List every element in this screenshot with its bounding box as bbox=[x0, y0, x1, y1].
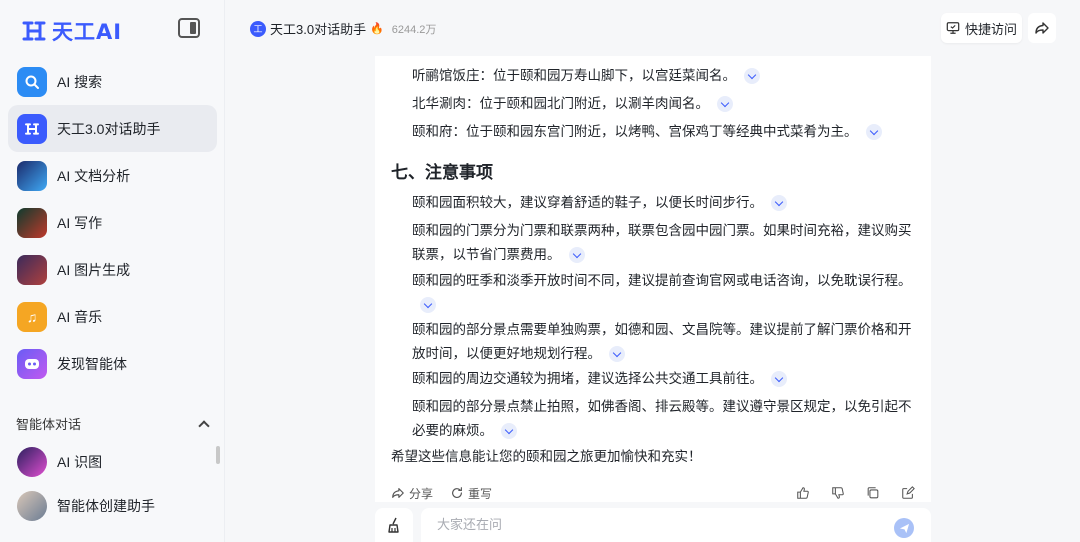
list-item-text: 颐和园的门票分为门票和联票两种，联票包含园中园门票。如果时间充裕，建议购买联票，… bbox=[412, 223, 912, 262]
doc-analysis-icon bbox=[17, 160, 47, 191]
section-title: 智能体对话 bbox=[16, 417, 82, 432]
logo[interactable]: 天工AI bbox=[22, 16, 122, 46]
share-top-button[interactable] bbox=[1028, 13, 1056, 43]
sidebar: 天工AI AI 搜索 天工3.0对话助手 AI 文档分析 AI 写作 AI 图片… bbox=[0, 0, 225, 542]
regenerate-button[interactable]: 重写 bbox=[450, 485, 492, 502]
avatar bbox=[17, 447, 47, 477]
list-item: 颐和府：位于颐和园东宫门附近，以烤鸭、宫保鸡丁等经典中式菜肴为主。 bbox=[391, 120, 911, 144]
list-item-text: 听鹂馆饭庄：位于颐和园万寿山脚下，以宫廷菜闻名。 bbox=[412, 68, 736, 83]
nav-label: AI 写作 bbox=[57, 214, 103, 231]
chevron-down-icon[interactable] bbox=[717, 96, 733, 113]
nav-label: AI 音乐 bbox=[57, 308, 103, 325]
list-item: 听鹂馆饭庄：位于颐和园万寿山脚下，以宫廷菜闻名。 bbox=[391, 64, 911, 88]
music-icon: ♫ bbox=[17, 301, 47, 332]
copy-icon[interactable] bbox=[866, 486, 880, 500]
nav-label: AI 图片生成 bbox=[57, 261, 131, 278]
agent-label: AI 识图 bbox=[57, 454, 103, 470]
answer-card: 听鹂馆饭庄：位于颐和园万寿山脚下，以宫廷菜闻名。 北华涮肉：位于颐和园北门附近，… bbox=[375, 56, 931, 502]
tiangong-icon: 工 bbox=[250, 20, 266, 37]
list-item: 北华涮肉：位于颐和园北门附近，以涮羊肉闻名。 bbox=[391, 92, 911, 116]
thumbs-down-icon[interactable] bbox=[831, 486, 845, 500]
robot-icon bbox=[17, 348, 47, 379]
agent-list: AI 识图 智能体创建助手 bbox=[8, 440, 217, 528]
quick-access-label: 快捷访问 bbox=[964, 21, 1017, 37]
search-icon bbox=[17, 66, 47, 97]
nav-item-ai-writing[interactable]: AI 写作 bbox=[8, 199, 217, 246]
chevron-down-icon[interactable] bbox=[865, 124, 882, 141]
list-item: 颐和园的旺季和淡季开放时间不同，建议提前查询官网或电话咨询，以免耽误行程。 bbox=[391, 269, 921, 317]
tiangong-icon bbox=[17, 113, 47, 144]
agent-item-agent-builder[interactable]: 智能体创建助手 bbox=[8, 484, 217, 528]
list-item: 颐和园的门票分为门票和联票两种，联票包含园中园门票。如果时间充裕，建议购买联票，… bbox=[391, 219, 921, 267]
chat-input-box bbox=[421, 508, 931, 542]
closing-text: 希望这些信息能让您的颐和园之旅更加愉快和充实！ bbox=[391, 449, 702, 464]
chevron-up-icon bbox=[198, 419, 210, 432]
nav-label: AI 搜索 bbox=[57, 73, 103, 90]
refresh-icon bbox=[452, 487, 462, 498]
quick-access-button[interactable]: 快捷访问 bbox=[941, 13, 1022, 43]
list-item: 颐和园的部分景点禁止拍照，如佛香阁、排云殿等。建议遵守景区规定，以免引起不必要的… bbox=[391, 395, 921, 443]
image-gen-icon bbox=[17, 254, 47, 285]
nav-item-ai-search[interactable]: AI 搜索 bbox=[8, 58, 217, 105]
chevron-down-icon[interactable] bbox=[609, 346, 625, 363]
list-item-text: 颐和园的部分景点禁止拍照，如佛香阁、排云殿等。建议遵守景区规定，以免引起不必要的… bbox=[412, 399, 912, 438]
clear-context-button[interactable] bbox=[375, 508, 413, 542]
sidebar-scrollbar[interactable] bbox=[216, 446, 220, 464]
main-nav: AI 搜索 天工3.0对话助手 AI 文档分析 AI 写作 AI 图片生成 ♫ … bbox=[8, 58, 217, 387]
share-button[interactable]: 分享 bbox=[391, 485, 433, 502]
list-item-text: 颐和园面积较大，建议穿着舒适的鞋子，以便长时间步行。 bbox=[412, 195, 763, 210]
writing-icon bbox=[17, 207, 47, 238]
nav-item-image-gen[interactable]: AI 图片生成 bbox=[8, 246, 217, 293]
broom-icon bbox=[388, 517, 399, 533]
chevron-down-icon[interactable] bbox=[420, 297, 436, 314]
thumbs-up-icon[interactable] bbox=[796, 486, 810, 500]
list-item: 颐和园的周边交通较为拥堵，建议选择公共交通工具前往。 bbox=[391, 367, 921, 391]
chevron-down-icon[interactable] bbox=[744, 68, 760, 85]
list-item: 颐和园的部分景点需要单独购票，如德和园、文昌院等。建议提前了解门票价格和开放时间… bbox=[391, 318, 921, 366]
nav-item-doc-analysis[interactable]: AI 文档分析 bbox=[8, 152, 217, 199]
hot-count: 6244.2万 bbox=[391, 23, 437, 36]
chevron-down-icon[interactable] bbox=[501, 423, 517, 440]
agent-section-header[interactable]: 智能体对话 bbox=[16, 414, 210, 433]
answer-actions: 分享 重写 bbox=[391, 484, 915, 502]
list-item-text: 颐和园的部分景点需要单独购票，如德和园、文昌院等。建议提前了解门票价格和开放时间… bbox=[412, 322, 912, 361]
nav-item-discover-agents[interactable]: 发现智能体 bbox=[8, 340, 217, 387]
chat-input[interactable] bbox=[437, 517, 877, 532]
flame-icon: 🔥 bbox=[370, 23, 384, 35]
list-item-text: 颐和府：位于颐和园东宫门附近，以烤鸭、宫保鸡丁等经典中式菜肴为主。 bbox=[412, 124, 858, 139]
chevron-down-icon[interactable] bbox=[771, 371, 787, 388]
agent-label: 智能体创建助手 bbox=[57, 498, 155, 514]
agent-item-image-recognition[interactable]: AI 识图 bbox=[8, 440, 217, 484]
page-title: 天工3.0对话助手 bbox=[270, 22, 367, 37]
list-item-text: 颐和园的周边交通较为拥堵，建议选择公共交通工具前往。 bbox=[412, 371, 763, 386]
list-item-text: 颐和园的旺季和淡季开放时间不同，建议提前查询官网或电话咨询，以免耽误行程。 bbox=[412, 273, 912, 288]
regenerate-label: 重写 bbox=[468, 486, 493, 501]
conversation-title: 工 天工3.0对话助手 🔥 6244.2万 bbox=[250, 19, 436, 38]
logo-text: 天工AI bbox=[52, 20, 123, 44]
edit-icon[interactable] bbox=[901, 486, 915, 500]
share-label: 分享 bbox=[409, 486, 434, 501]
share-icon bbox=[1035, 22, 1049, 34]
list-item-text: 北华涮肉：位于颐和园北门附近，以涮羊肉闻名。 bbox=[412, 96, 709, 111]
nav-label: AI 文档分析 bbox=[57, 167, 131, 184]
nav-item-ai-music[interactable]: ♫ AI 音乐 bbox=[8, 293, 217, 340]
monitor-icon bbox=[946, 22, 960, 34]
section-heading: 七、注意事项 bbox=[391, 163, 493, 182]
nav-item-chat-assistant[interactable]: 天工3.0对话助手 bbox=[8, 105, 217, 152]
send-icon bbox=[899, 523, 909, 533]
nav-label: 发现智能体 bbox=[57, 355, 127, 372]
chevron-down-icon[interactable] bbox=[568, 247, 585, 264]
share-icon bbox=[392, 488, 404, 498]
nav-label: 天工3.0对话助手 bbox=[57, 120, 161, 137]
chevron-down-icon[interactable] bbox=[771, 195, 787, 212]
send-button[interactable] bbox=[894, 518, 914, 538]
avatar bbox=[17, 491, 47, 521]
collapse-sidebar-button[interactable] bbox=[178, 18, 200, 38]
list-item: 颐和园面积较大，建议穿着舒适的鞋子，以便长时间步行。 bbox=[391, 191, 921, 215]
logo-icon bbox=[22, 19, 46, 43]
